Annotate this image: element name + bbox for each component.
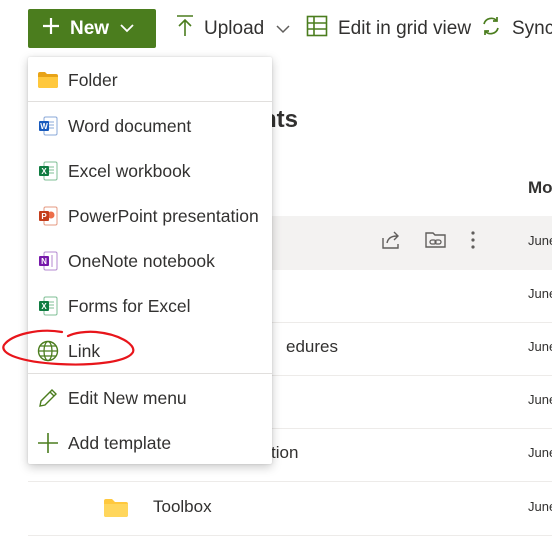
menu-item-link[interactable]: Link <box>28 333 272 369</box>
share-icon[interactable] <box>380 230 402 250</box>
globe-icon <box>37 340 59 362</box>
menu-item-onenote-notebook[interactable]: N OneNote notebook <box>28 243 272 279</box>
upload-icon <box>176 14 194 44</box>
edit-grid-view-label: Edit in grid view <box>338 18 472 39</box>
folder-icon <box>103 498 129 523</box>
copy-link-icon[interactable] <box>424 230 448 250</box>
upload-button[interactable]: Upload <box>176 14 290 44</box>
command-bar: New Upload Edit in grid view Sync <box>0 0 552 58</box>
file-name[interactable]: Toolbox <box>153 497 212 517</box>
modified-date: June <box>528 445 552 460</box>
menu-item-label: Excel workbook <box>68 160 191 181</box>
menu-divider <box>28 101 272 102</box>
modified-date: June <box>528 339 552 354</box>
menu-item-label: OneNote notebook <box>68 250 215 271</box>
folder-icon <box>37 69 59 91</box>
upload-label: Upload <box>204 18 265 39</box>
more-options-icon[interactable] <box>470 230 476 250</box>
menu-item-label: Forms for Excel <box>68 295 191 316</box>
grid-icon <box>306 15 328 43</box>
edit-grid-view-button[interactable]: Edit in grid view <box>306 14 471 44</box>
plus-icon <box>37 432 59 454</box>
menu-item-label: Link <box>68 340 101 361</box>
sync-icon <box>480 15 502 43</box>
excel-icon: X <box>37 160 59 182</box>
pencil-icon <box>37 387 59 409</box>
new-menu-dropdown: Folder W Word document X Excel workbook <box>28 57 272 464</box>
sync-label: Sync <box>512 18 552 39</box>
modified-column-header[interactable]: Mo <box>528 178 552 198</box>
word-icon: W <box>37 115 59 137</box>
menu-item-label: Folder <box>68 69 118 90</box>
menu-item-label: Word document <box>68 115 192 136</box>
new-button-label: New <box>70 17 110 39</box>
svg-text:W: W <box>40 122 48 131</box>
plus-icon <box>42 17 60 40</box>
modified-date: June <box>528 392 552 407</box>
svg-text:X: X <box>41 167 47 176</box>
menu-item-label: Add template <box>68 432 172 453</box>
row-actions <box>380 230 498 250</box>
menu-item-forms-for-excel[interactable]: X Forms for Excel <box>28 288 272 324</box>
menu-item-label: PowerPoint presentation <box>68 205 259 226</box>
file-name[interactable]: edures <box>286 337 338 357</box>
modified-date: June <box>528 233 552 248</box>
menu-item-powerpoint-presentation[interactable]: P PowerPoint presentation <box>28 198 272 234</box>
menu-item-label: Edit New menu <box>68 387 187 408</box>
forms-excel-icon: X <box>37 295 59 317</box>
menu-item-word-document[interactable]: W Word document <box>28 108 272 144</box>
onenote-icon: N <box>37 250 59 272</box>
chevron-down-icon <box>120 20 134 38</box>
menu-item-excel-workbook[interactable]: X Excel workbook <box>28 153 272 189</box>
menu-item-folder[interactable]: Folder <box>28 62 272 98</box>
svg-text:X: X <box>41 302 47 311</box>
modified-date: June <box>528 286 552 301</box>
file-name[interactable]: tion <box>271 443 298 463</box>
table-row[interactable]: Toolbox June <box>28 482 552 536</box>
modified-date: June <box>528 499 552 514</box>
svg-text:P: P <box>41 212 47 221</box>
svg-text:N: N <box>41 257 47 266</box>
chevron-down-icon[interactable] <box>276 18 290 40</box>
powerpoint-icon: P <box>37 205 59 227</box>
menu-item-edit-new-menu[interactable]: Edit New menu <box>28 380 272 416</box>
menu-item-add-template[interactable]: Add template <box>28 425 272 461</box>
menu-divider <box>28 373 272 374</box>
new-button[interactable]: New <box>28 9 156 48</box>
sync-button[interactable]: Sync <box>480 14 552 44</box>
